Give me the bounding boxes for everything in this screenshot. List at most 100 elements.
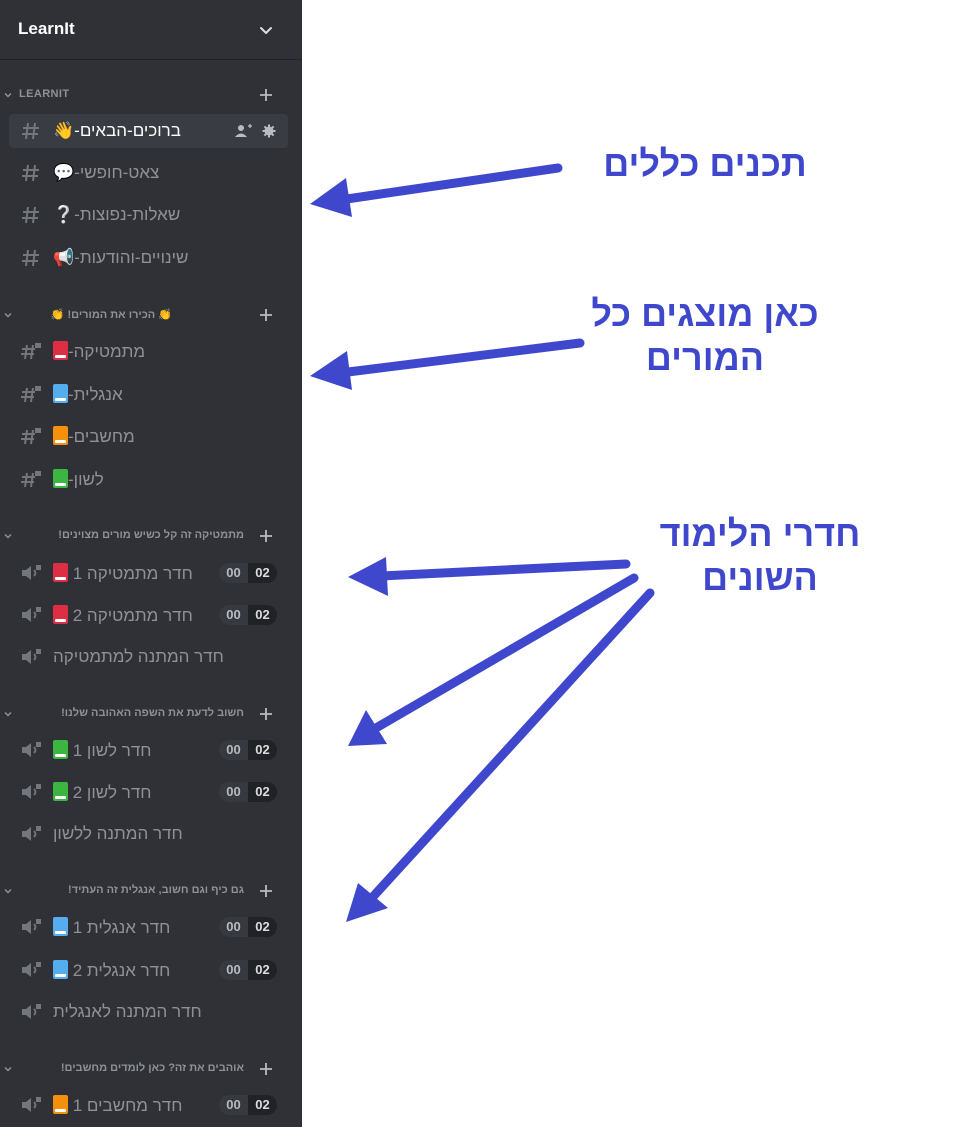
- text-channel-language-teacher[interactable]: לשון-: [9, 462, 288, 496]
- channel-name: חדר מתמטיקה 2: [72, 606, 193, 625]
- channel-label: חדר המתנה לאנגלית: [53, 1002, 202, 1021]
- voice-channel-english-2[interactable]: חדר אנגלית 2 00 02: [9, 953, 288, 987]
- voice-channel-computers-1[interactable]: חדר מחשבים 1 00 02: [9, 1088, 288, 1122]
- create-channel-plus-icon[interactable]: [258, 1061, 274, 1077]
- annotation-rooms-line2: השונים: [702, 557, 818, 598]
- create-channel-plus-icon[interactable]: [258, 307, 274, 323]
- user-limit: 02: [248, 563, 277, 583]
- channel-name: חדר אנגלית 2: [72, 961, 171, 980]
- channel-name: מתמטיקה-: [68, 342, 146, 361]
- blue-book-icon: [53, 384, 68, 403]
- text-channel-free-chat[interactable]: צאט-חופשי-💬: [9, 156, 288, 190]
- locked-speaker-icon: [22, 1097, 41, 1112]
- annotation-teachers-line2: המורים: [645, 337, 765, 378]
- category-name: חשוב לדעת את השפה האהובה שלנו!: [61, 707, 244, 719]
- annotation-rooms-line1: חדרי הלימוד: [659, 513, 861, 554]
- server-name: LearnIt: [18, 19, 75, 38]
- user-limit-badge: 00 02: [219, 563, 277, 583]
- text-channel-announcements[interactable]: שינויים-והודעות-📢: [9, 241, 288, 275]
- red-book-icon: [53, 341, 68, 360]
- channel-label: חדר המתנה למתמטיקה: [53, 647, 224, 666]
- user-count: 00: [219, 960, 248, 980]
- arrowhead: [310, 351, 352, 390]
- orange-book-icon: [53, 1095, 68, 1114]
- channel-label: מתמטיקה-: [53, 341, 145, 362]
- voice-channel-language-1[interactable]: חדר לשון 1 00 02: [9, 733, 288, 767]
- chevron-down-icon[interactable]: [3, 886, 13, 896]
- arrow-rooms-language: [371, 573, 639, 733]
- channel-name: חדר לשון 1: [72, 741, 152, 760]
- annotation-teachers-line1: כאן מוצגים כל: [591, 293, 819, 334]
- category-header-english-rooms[interactable]: גם כיף וגם חשוב, אנגלית זה העתיד!: [0, 880, 302, 902]
- blue-book-icon: [53, 960, 68, 979]
- user-limit-badge: 00 02: [219, 740, 277, 760]
- text-channel-welcome[interactable]: ברוכים-הבאים-👋: [9, 114, 288, 148]
- channel-name: מחשבים-: [68, 427, 135, 446]
- hashtag-icon: [22, 122, 39, 140]
- hashtag-icon: [22, 206, 39, 224]
- voice-channel-math-2[interactable]: חדר מתמטיקה 2 00 02: [9, 598, 288, 632]
- arrowhead: [346, 883, 388, 922]
- locked-speaker-icon: [22, 784, 41, 799]
- category-header-learnit[interactable]: LEARNIT: [0, 84, 302, 106]
- chevron-down-icon[interactable]: [3, 90, 13, 100]
- chevron-down-icon[interactable]: [258, 22, 274, 38]
- category-header-computer-rooms[interactable]: אוהבים את זה? כאן לומדים מחשבים!: [0, 1058, 302, 1080]
- arrowhead: [310, 178, 352, 217]
- user-count: 00: [219, 740, 248, 760]
- text-channel-math-teacher[interactable]: מתמטיקה-: [9, 334, 288, 368]
- category-name: מתמטיקה זה קל כשיש מורים מצוינים!: [58, 529, 244, 541]
- user-limit-badge: 00 02: [219, 782, 277, 802]
- locked-hashtag-icon: [21, 343, 41, 360]
- hashtag-icon: [22, 249, 39, 267]
- channel-label: אנגלית-: [53, 384, 123, 405]
- category-header-language-rooms[interactable]: חשוב לדעת את השפה האהובה שלנו!: [0, 703, 302, 725]
- user-limit-badge: 00 02: [219, 605, 277, 625]
- category-name: גם כיף וגם חשוב, אנגלית זה העתיד!: [68, 884, 244, 896]
- locked-speaker-icon: [22, 742, 41, 757]
- voice-channel-math-1[interactable]: חדר מתמטיקה 1 00 02: [9, 556, 288, 590]
- green-book-icon: [53, 782, 68, 801]
- category-name: LEARNIT: [19, 88, 70, 100]
- text-channel-computers-teacher[interactable]: מחשבים-: [9, 419, 288, 453]
- arrowhead: [348, 557, 388, 596]
- channel-label: חדר מחשבים 1: [53, 1095, 182, 1116]
- arrow-teachers: [335, 338, 585, 378]
- create-channel-plus-icon[interactable]: [258, 87, 274, 103]
- chevron-down-icon[interactable]: [3, 531, 13, 541]
- voice-channel-english-waiting[interactable]: חדר המתנה לאנגלית: [9, 995, 288, 1029]
- invite-user-icon[interactable]: [235, 124, 252, 137]
- orange-book-icon: [53, 426, 68, 445]
- locked-speaker-icon: [22, 962, 41, 977]
- chevron-down-icon[interactable]: [3, 310, 13, 320]
- channel-label: צאט-חופשי-💬: [53, 163, 160, 182]
- create-channel-plus-icon[interactable]: [258, 883, 274, 899]
- chevron-down-icon[interactable]: [3, 1064, 13, 1074]
- channel-sidebar: LearnIt LEARNIT ברוכים-הבאים-👋 צאט-חופשי…: [0, 0, 302, 1127]
- channel-actions: [235, 124, 276, 138]
- server-header[interactable]: LearnIt: [0, 0, 302, 60]
- category-header-teachers[interactable]: 👏 הכירו את המורים! 👏: [0, 304, 302, 326]
- create-channel-plus-icon[interactable]: [258, 706, 274, 722]
- voice-channel-language-2[interactable]: חדר לשון 2 00 02: [9, 775, 288, 809]
- channel-label: ברוכים-הבאים-👋: [53, 121, 181, 140]
- channel-name: חדר מתמטיקה 1: [72, 564, 193, 583]
- arrow-general: [335, 163, 563, 205]
- voice-channel-math-waiting[interactable]: חדר המתנה למתמטיקה: [9, 640, 288, 674]
- user-limit: 02: [248, 740, 277, 760]
- user-count: 00: [219, 782, 248, 802]
- channel-label: חדר לשון 1: [53, 740, 151, 761]
- channel-name: חדר מחשבים 1: [72, 1096, 183, 1115]
- user-count: 00: [219, 605, 248, 625]
- locked-speaker-icon: [22, 649, 41, 664]
- create-channel-plus-icon[interactable]: [258, 528, 274, 544]
- chevron-down-icon[interactable]: [3, 709, 13, 719]
- text-channel-faq[interactable]: שאלות-נפוצות-❔: [9, 198, 288, 232]
- voice-channel-language-waiting[interactable]: חדר המתנה ללשון: [9, 817, 288, 851]
- gear-icon[interactable]: [262, 124, 276, 138]
- text-channel-english-teacher[interactable]: אנגלית-: [9, 377, 288, 411]
- channel-name: חדר אנגלית 1: [72, 918, 171, 937]
- channel-label: מחשבים-: [53, 426, 135, 447]
- voice-channel-english-1[interactable]: חדר אנגלית 1 00 02: [9, 910, 288, 944]
- category-header-math-rooms[interactable]: מתמטיקה זה קל כשיש מורים מצוינים!: [0, 525, 302, 547]
